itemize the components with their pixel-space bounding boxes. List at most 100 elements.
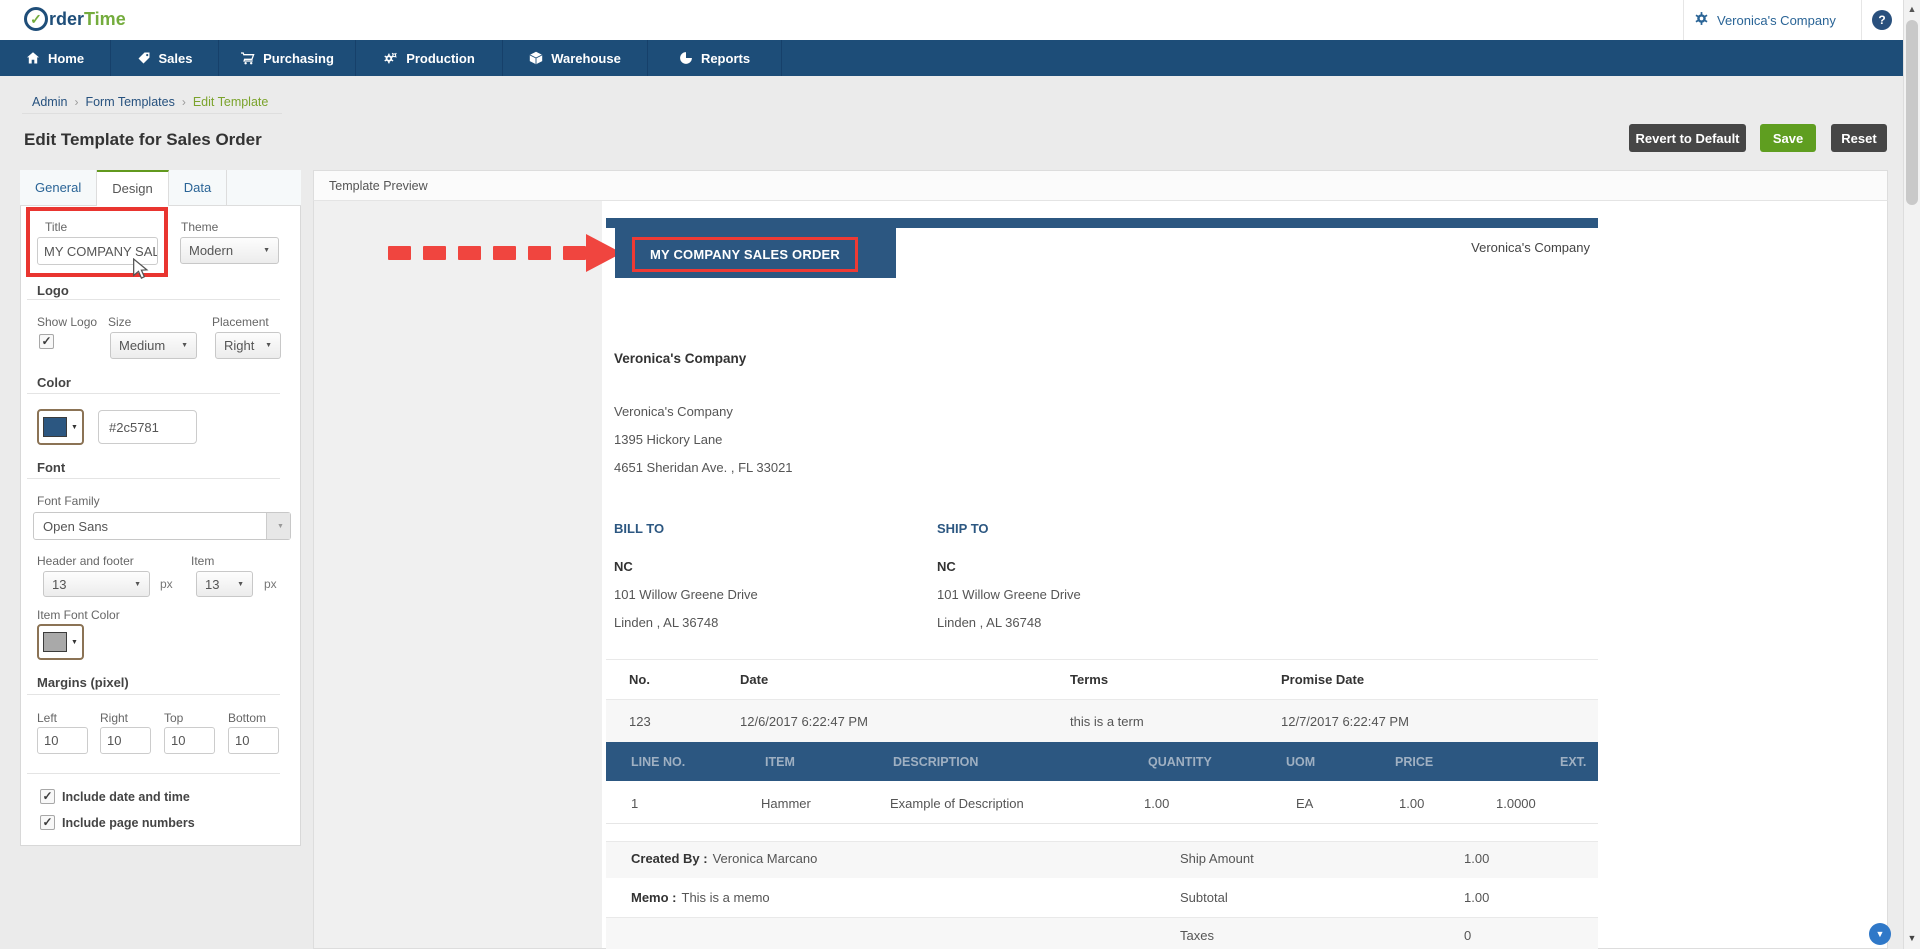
margin-right-input[interactable]: 10	[100, 727, 151, 754]
page-title: Edit Template for Sales Order	[24, 130, 262, 149]
theme-select[interactable]: Modern ▼	[180, 237, 279, 264]
main-nav: Home Sales Purchasing Production Warehou…	[0, 40, 1920, 76]
total-label: Taxes	[1180, 928, 1214, 943]
scroll-down-button[interactable]: ▼	[1869, 923, 1891, 945]
doc-company-top-right: Veronica's Company	[1471, 240, 1590, 255]
font-family-select[interactable]: Open Sans ▼	[33, 512, 291, 540]
created-by-label: Created By :	[631, 851, 708, 866]
memo-value: This is a memo	[681, 890, 770, 905]
items-header-quantity: QUANTITY	[1148, 755, 1212, 769]
logo-size-select[interactable]: Medium ▼	[110, 332, 197, 359]
breadcrumb-form-templates[interactable]: Form Templates	[85, 95, 174, 109]
divider	[27, 773, 280, 774]
home-icon	[26, 51, 40, 65]
nav-label: Sales	[158, 50, 193, 66]
divider	[27, 478, 280, 479]
show-logo-checkbox[interactable]: ✓	[39, 334, 54, 349]
nav-item-sales[interactable]: Sales	[111, 40, 219, 76]
nav-item-warehouse[interactable]: Warehouse	[503, 40, 648, 76]
logo-section-heading: Logo	[37, 283, 69, 298]
nav-item-home[interactable]: Home	[0, 40, 111, 76]
margin-left-input[interactable]: 10	[37, 727, 88, 754]
include-page-numbers-checkbox[interactable]: ✓	[40, 815, 55, 830]
nav-label: Production	[406, 50, 475, 66]
scrollbar-up-arrow[interactable]: ▲	[1907, 4, 1917, 14]
color-hex-input[interactable]: #2c5781	[98, 410, 197, 444]
nav-label: Reports	[700, 50, 751, 66]
divider	[27, 299, 280, 300]
doc-title: MY COMPANY SALES ORDER	[632, 237, 858, 272]
tab-data[interactable]: Data	[168, 170, 228, 206]
gears-icon	[383, 51, 398, 66]
margin-bottom-input[interactable]: 10	[228, 727, 279, 754]
save-button[interactable]: Save	[1760, 124, 1816, 152]
chevron-down-icon: ▼	[71, 423, 78, 431]
include-date-time-label: Include date and time	[62, 790, 190, 804]
item-size-value: 13	[205, 576, 220, 592]
logo-placement-value: Right	[224, 338, 255, 353]
divider	[27, 393, 280, 394]
tab-general[interactable]: General	[20, 170, 98, 206]
annotation-arrow-dash	[528, 246, 551, 260]
header-footer-size-label: Header and footer	[37, 554, 134, 568]
color-swatch	[43, 417, 68, 437]
revert-to-default-button[interactable]: Revert to Default	[1629, 124, 1746, 152]
help-icon[interactable]: ?	[1872, 10, 1892, 30]
order-info-header: Promise Date	[1281, 672, 1365, 687]
margin-top-input[interactable]: 10	[164, 727, 215, 754]
order-date: 12/6/2017 6:22:47 PM	[740, 714, 868, 729]
cart-icon	[240, 51, 255, 65]
window-scrollbar-thumb[interactable]	[1906, 20, 1918, 205]
item-font-color-label: Item Font Color	[37, 608, 120, 622]
breadcrumb-divider	[22, 113, 282, 114]
logo-placement-select[interactable]: Right ▼	[215, 332, 281, 359]
items-header-ext: EXT.	[1560, 755, 1587, 769]
tab-design[interactable]: Design	[97, 170, 169, 206]
created-by-value: Veronica Marcano	[712, 851, 818, 866]
annotation-arrow-dash	[458, 246, 481, 260]
order-terms: this is a term	[1070, 714, 1144, 729]
item-font-color-picker-button[interactable]: ▼	[37, 624, 84, 660]
nav-item-production[interactable]: Production	[356, 40, 503, 76]
tags-icon	[137, 51, 151, 65]
breadcrumb-admin[interactable]: Admin	[32, 95, 67, 109]
margin-left-label: Left	[37, 711, 58, 725]
color-picker-button[interactable]: ▼	[37, 409, 84, 445]
item-uom: EA	[1296, 796, 1314, 811]
margin-right-label: Right	[100, 711, 129, 725]
color-section-heading: Color	[37, 375, 71, 390]
nav-label: Warehouse	[551, 50, 621, 66]
nav-item-purchasing[interactable]: Purchasing	[219, 40, 356, 76]
preview-scrollbar-track[interactable]	[1888, 170, 1903, 949]
doc-company-line: Veronica's Company	[614, 404, 733, 419]
header-footer-size-select[interactable]: 13 ▼	[43, 571, 150, 597]
gear-icon	[1694, 11, 1709, 29]
item-size-label: Item	[191, 554, 215, 568]
ordertime-logo[interactable]: ✓ rder Time	[24, 7, 126, 31]
pie-chart-icon	[679, 51, 693, 65]
doc-company-line: 1395 Hickory Lane	[614, 432, 723, 447]
items-header-line-no: LINE NO.	[631, 755, 686, 769]
scrollbar-down-arrow[interactable]: ▼	[1907, 933, 1917, 943]
font-section-heading: Font	[37, 460, 66, 475]
box-icon	[529, 51, 543, 65]
header-footer-size-value: 13	[52, 576, 67, 592]
item-description: Example of Description	[890, 796, 1024, 811]
logo-check-icon: ✓	[24, 7, 48, 31]
ship-to-street: 101 Willow Greene Drive	[937, 587, 1081, 602]
item-size-select[interactable]: 13 ▼	[196, 571, 253, 597]
item-price: 1.00	[1399, 796, 1425, 811]
nav-label: Purchasing	[263, 50, 334, 66]
company-menu[interactable]: Veronica's Company	[1694, 0, 1836, 40]
total-label: Ship Amount	[1180, 851, 1254, 866]
doc-top-rule	[606, 218, 1598, 228]
reset-button[interactable]: Reset	[1831, 124, 1887, 152]
margins-section-heading: Margins (pixel)	[37, 675, 129, 690]
total-label: Subtotal	[1180, 890, 1228, 905]
include-date-time-checkbox[interactable]: ✓	[40, 789, 55, 804]
items-header-description: DESCRIPTION	[893, 755, 979, 769]
item-row	[606, 781, 1598, 824]
annotation-arrow-dash	[388, 246, 411, 260]
chevron-down-icon: ▼	[181, 342, 188, 349]
nav-item-reports[interactable]: Reports	[648, 40, 782, 76]
